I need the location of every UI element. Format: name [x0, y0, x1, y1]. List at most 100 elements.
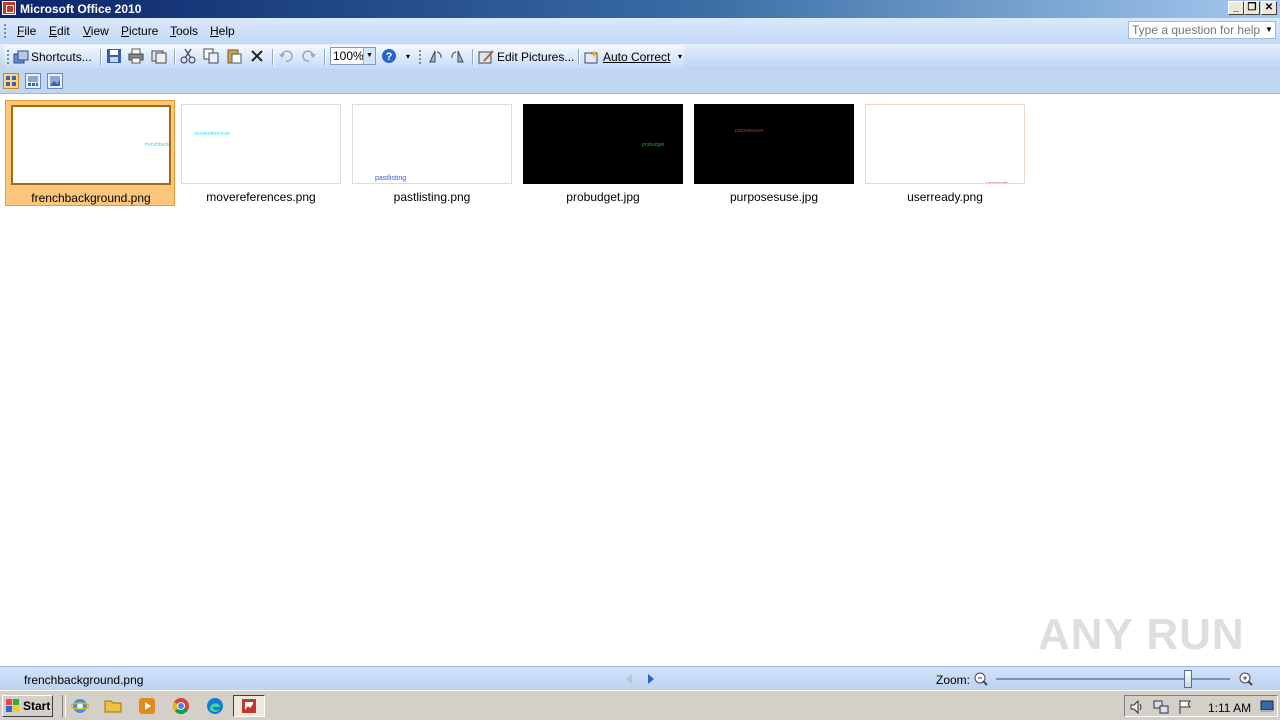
- window-title: Microsoft Office 2010: [20, 2, 142, 16]
- volume-icon[interactable]: [1129, 699, 1145, 715]
- menu-picture[interactable]: Picture: [121, 24, 158, 38]
- single-picture-icon: [50, 76, 60, 86]
- status-filename: frenchbackground.png: [24, 673, 144, 687]
- thumbnail-item[interactable]: purposesuse purposesuse.jpg: [689, 100, 859, 206]
- thumbnail-caption: userready: [986, 181, 1009, 184]
- zoom-slider-thumb[interactable]: [1183, 670, 1192, 688]
- single-picture-view-button[interactable]: [47, 73, 63, 89]
- thumbnail-caption: purposesuse: [735, 128, 764, 134]
- toolbar-separator: [272, 49, 274, 65]
- cut-icon[interactable]: [180, 48, 196, 64]
- chrome-icon[interactable]: [172, 697, 190, 715]
- copy-icon[interactable]: [203, 48, 219, 64]
- start-button[interactable]: Start: [2, 695, 53, 717]
- filmstrip-view-button[interactable]: [25, 73, 41, 89]
- delete-icon[interactable]: [249, 48, 265, 64]
- menu-file[interactable]: File: [17, 24, 36, 38]
- thumbnail-image[interactable]: frenchbackground: [11, 105, 171, 185]
- close-button[interactable]: ✕: [1261, 1, 1277, 15]
- internet-explorer-icon[interactable]: [71, 697, 89, 715]
- thumbnail-item[interactable]: probudget probudget.jpg: [518, 100, 688, 206]
- thumbnail-item[interactable]: pastlisting pastlisting.png: [347, 100, 517, 206]
- menu-tools[interactable]: Tools: [170, 24, 198, 38]
- thumbnail-filename: frenchbackground.png: [31, 191, 151, 205]
- toolbar-options-icon[interactable]: ▾: [403, 52, 413, 70]
- minimize-button[interactable]: _: [1228, 1, 1244, 15]
- thumbnail-image[interactable]: pastlisting: [352, 104, 512, 184]
- thumbnail-image[interactable]: movereferences: [181, 104, 341, 184]
- taskbar-office-button[interactable]: [233, 695, 265, 717]
- menu-grip[interactable]: [4, 24, 9, 38]
- previous-picture-icon[interactable]: [624, 673, 634, 685]
- shortcuts-icon: [13, 50, 29, 64]
- zoom-out-icon[interactable]: [973, 671, 989, 687]
- show-desktop-icon[interactable]: [1260, 699, 1274, 713]
- office-app-icon[interactable]: [2, 1, 16, 15]
- zoom-in-icon[interactable]: [1238, 671, 1254, 687]
- toolbar-separator: [578, 49, 580, 65]
- windows-logo-icon: [6, 699, 19, 712]
- zoom-slider-track[interactable]: [996, 678, 1230, 680]
- taskbar-clock: 1:11 AM: [1208, 701, 1252, 715]
- edit-picture-icon: [478, 50, 494, 64]
- thumbnail-item[interactable]: userready userready.png: [860, 100, 1030, 206]
- shortcuts-label: Shortcuts...: [31, 50, 92, 64]
- zoom-value: 100%: [333, 49, 364, 63]
- thumbnail-filename: movereferences.png: [206, 190, 316, 204]
- chevron-down-icon[interactable]: ▼: [1264, 22, 1274, 38]
- toolbar-separator: [324, 49, 326, 65]
- menu-view[interactable]: View: [83, 24, 109, 38]
- folder-icon[interactable]: [104, 697, 122, 715]
- chevron-down-icon[interactable]: ▼: [363, 48, 375, 64]
- thumbnails-view-button[interactable]: [3, 73, 19, 89]
- paste-icon[interactable]: [226, 48, 242, 64]
- taskbar: Start 1:11 AM: [0, 690, 1280, 720]
- rotate-left-icon[interactable]: [427, 48, 443, 64]
- toolbar-grip[interactable]: [419, 50, 424, 64]
- edit-pictures-label: Edit Pictures...: [497, 50, 575, 64]
- edit-pictures-button[interactable]: Edit Pictures...: [478, 47, 574, 67]
- help-icon[interactable]: ?: [381, 48, 397, 64]
- thumbnail-filename: userready.png: [907, 190, 983, 204]
- system-tray: [1124, 695, 1278, 717]
- redo-icon[interactable]: [301, 48, 317, 64]
- edge-icon[interactable]: [206, 697, 224, 715]
- thumbnail-image[interactable]: userready: [865, 104, 1025, 184]
- thumbnail-item[interactable]: movereferences movereferences.png: [176, 100, 346, 206]
- auto-correct-button[interactable]: Auto Correct: [584, 47, 670, 67]
- toolbar-grip[interactable]: [7, 50, 12, 64]
- thumbnail-caption: movereferences: [194, 131, 230, 137]
- email-icon[interactable]: [151, 48, 167, 64]
- help-search-box: ▼: [1128, 21, 1276, 39]
- next-picture-icon[interactable]: [646, 673, 656, 685]
- thumbnail-filename: pastlisting.png: [393, 190, 471, 204]
- shortcuts-button[interactable]: Shortcuts...: [13, 47, 92, 67]
- help-search-input[interactable]: [1129, 22, 1268, 38]
- restore-button[interactable]: ❐: [1244, 1, 1260, 15]
- undo-icon[interactable]: [278, 48, 294, 64]
- network-icon[interactable]: [1153, 699, 1169, 715]
- thumbnail-image[interactable]: purposesuse: [694, 104, 854, 184]
- taskbar-separator: [62, 695, 66, 717]
- auto-correct-icon: [584, 50, 598, 64]
- thumbnails-icon: [6, 76, 16, 86]
- thumbnail-item[interactable]: frenchbackground frenchbackground.png: [5, 100, 175, 206]
- status-bar: frenchbackground.png Zoom:: [0, 666, 1280, 690]
- rotate-right-icon[interactable]: [450, 48, 466, 64]
- save-icon[interactable]: [106, 48, 122, 64]
- menu-help[interactable]: Help: [210, 24, 235, 38]
- filmstrip-icon: [28, 76, 38, 86]
- action-center-flag-icon[interactable]: [1177, 699, 1193, 715]
- menu-edit[interactable]: Edit: [49, 24, 70, 38]
- zoom-combo[interactable]: 100% ▼: [330, 47, 376, 65]
- print-icon[interactable]: [128, 48, 144, 64]
- start-label: Start: [23, 699, 51, 713]
- thumbnail-image[interactable]: probudget: [523, 104, 683, 184]
- thumbnail-caption: frenchbackground: [145, 142, 170, 148]
- toolbar-separator: [100, 49, 102, 65]
- auto-correct-label: Auto Correct: [603, 50, 671, 64]
- thumbnail-pane: frenchbackground frenchbackground.png mo…: [0, 94, 1280, 666]
- thumbnail-caption: probudget: [642, 142, 665, 148]
- toolbar-options-icon[interactable]: ▾: [675, 52, 685, 70]
- media-player-icon[interactable]: [138, 697, 156, 715]
